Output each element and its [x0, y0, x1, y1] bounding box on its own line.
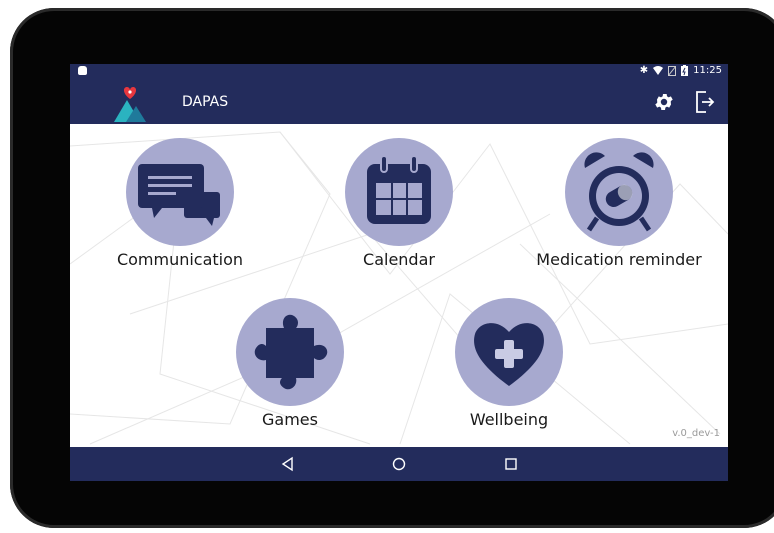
tile-calendar[interactable]: Calendar: [325, 138, 473, 269]
games-circle: [236, 298, 344, 406]
wifi-icon: [653, 66, 664, 75]
battery-charging-icon: [681, 65, 689, 76]
version-label: v.0_dev-1: [672, 428, 720, 439]
app-screen: ✱ 11:25 DAPAS Communication Calendar Med…: [70, 64, 728, 481]
tile-medication-label: Medication reminder: [536, 250, 702, 269]
android-notification-icon: [78, 66, 87, 75]
alarm-clock-pill-icon: [584, 152, 654, 232]
bluetooth-icon: ✱: [639, 65, 649, 76]
communication-circle: [126, 138, 234, 246]
tile-games[interactable]: Games: [216, 298, 364, 429]
tile-games-label: Games: [262, 410, 318, 429]
tile-communication-label: Communication: [116, 250, 244, 269]
gear-icon[interactable]: [653, 91, 675, 113]
no-sim-icon: [668, 65, 677, 76]
recents-square-icon[interactable]: [503, 456, 519, 472]
status-icons: ✱ 11:25: [640, 65, 722, 76]
home-circle-icon[interactable]: [391, 456, 407, 472]
status-time: 11:25: [693, 65, 722, 76]
tile-medication-reminder[interactable]: Medication reminder: [530, 138, 708, 269]
calendar-icon: [367, 155, 431, 224]
back-triangle-icon[interactable]: [280, 456, 296, 472]
app-bar: DAPAS: [70, 80, 728, 124]
chat-bubbles-icon: [138, 164, 220, 226]
home-grid: Communication Calendar Medication remind…: [70, 124, 728, 447]
navigation-bar: [70, 447, 728, 481]
tile-calendar-label: Calendar: [363, 250, 435, 269]
heart-plus-icon: [474, 323, 544, 386]
wellbeing-circle: [455, 298, 563, 406]
medication-circle: [565, 138, 673, 246]
dapas-logo-icon: [114, 87, 146, 122]
calendar-circle: [345, 138, 453, 246]
tile-wellbeing[interactable]: Wellbeing: [435, 298, 583, 429]
logout-icon[interactable]: [694, 90, 716, 114]
status-bar: ✱ 11:25: [70, 64, 728, 80]
app-title: DAPAS: [182, 94, 229, 110]
tile-communication[interactable]: Communication: [106, 138, 254, 269]
puzzle-piece-icon: [254, 314, 328, 390]
tile-wellbeing-label: Wellbeing: [469, 410, 549, 429]
